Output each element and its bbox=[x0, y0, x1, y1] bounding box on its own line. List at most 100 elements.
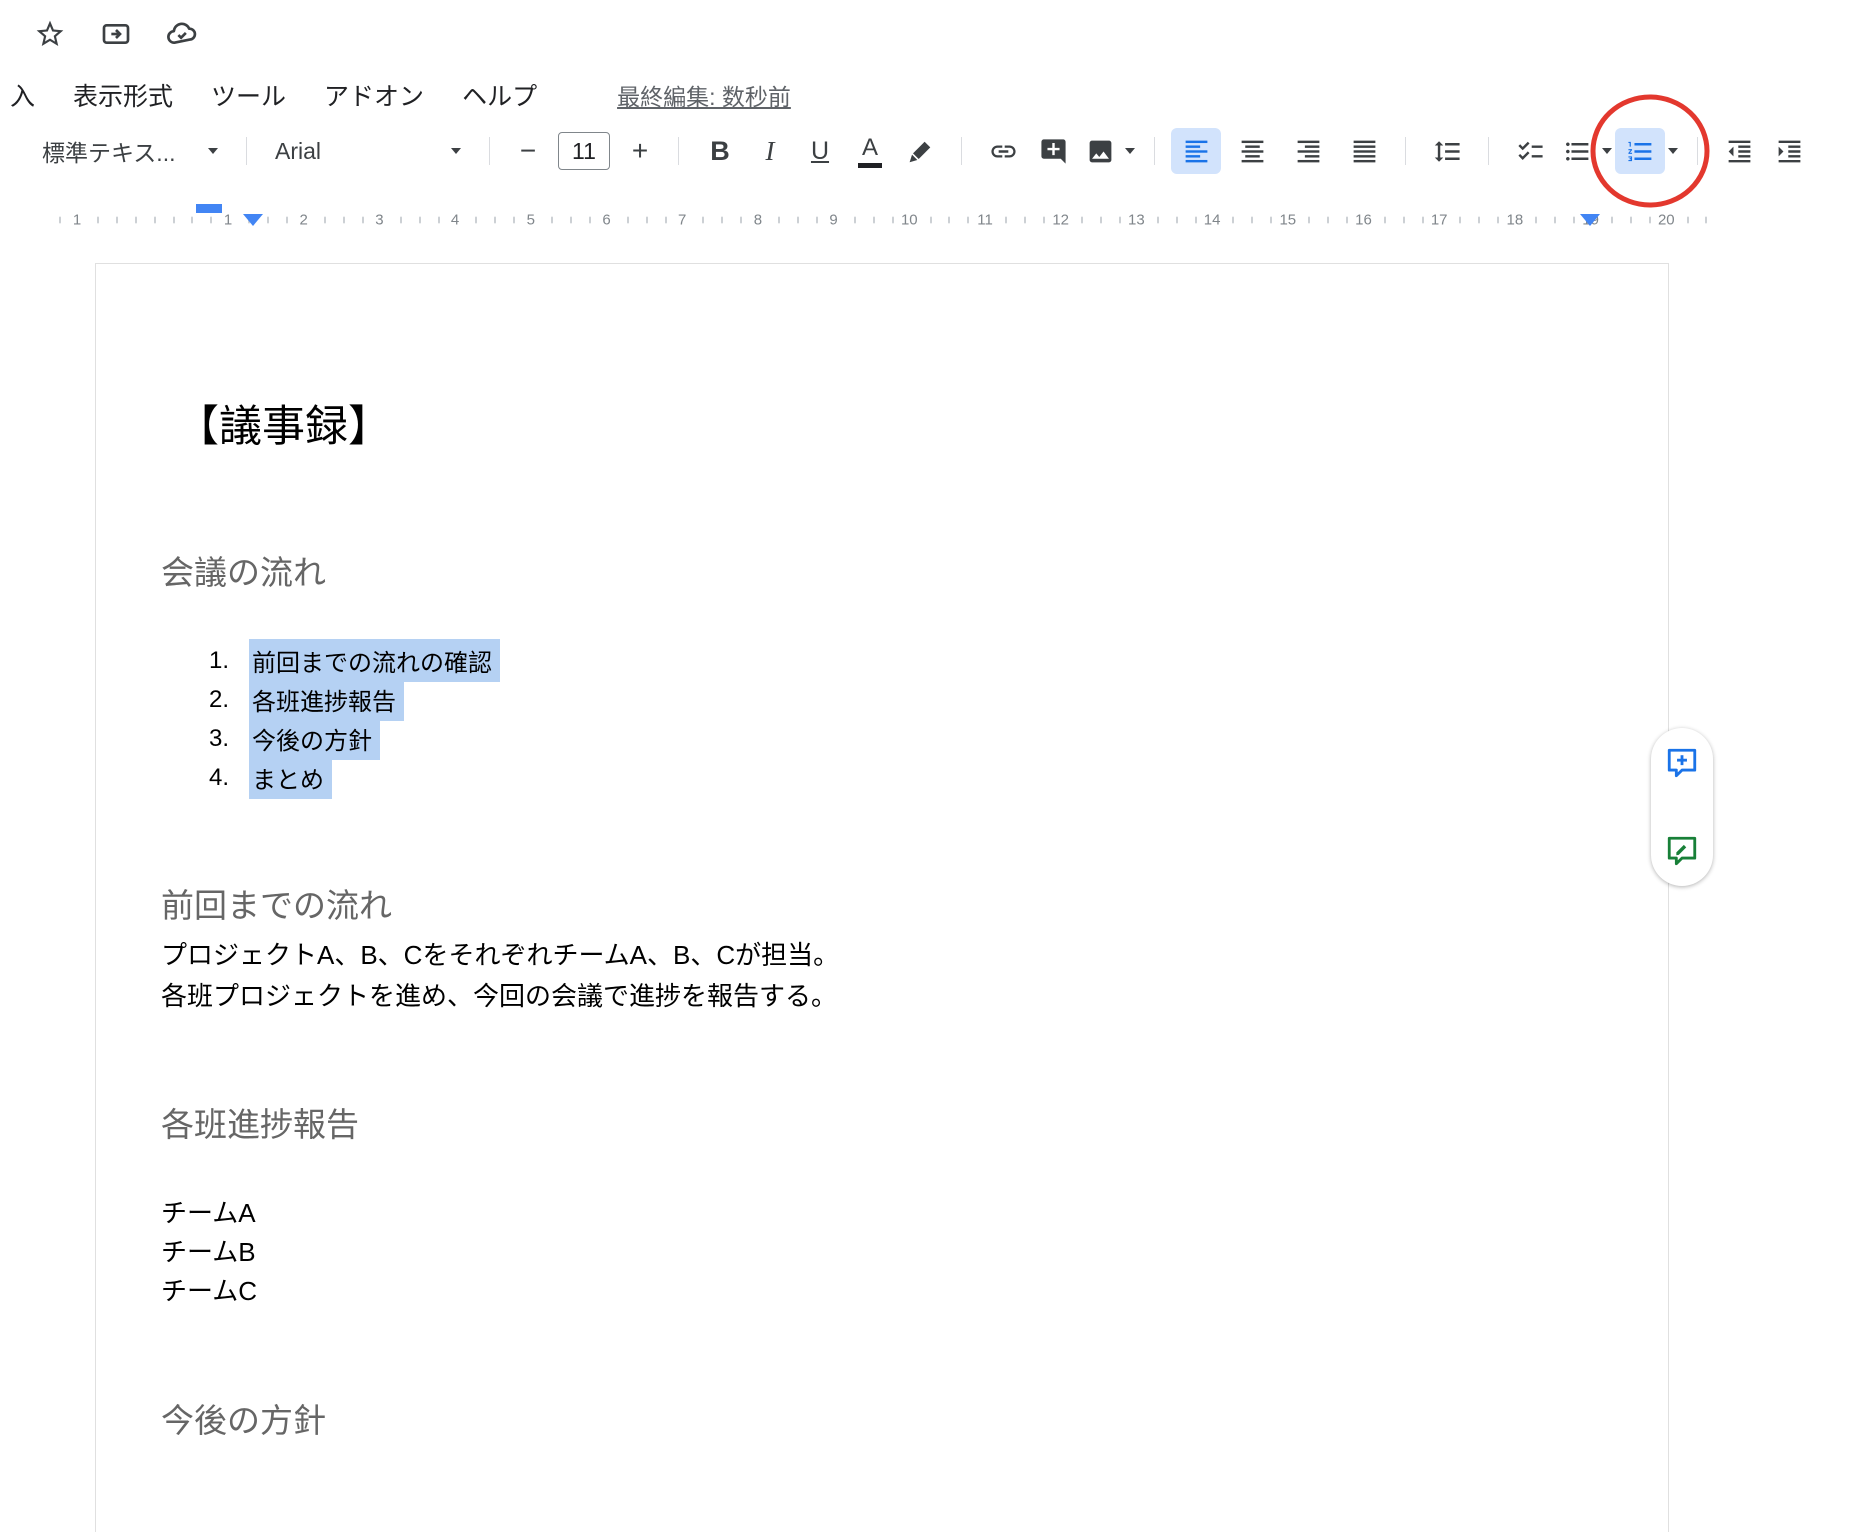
ruler-number: 9 bbox=[829, 212, 837, 229]
line-spacing-button[interactable] bbox=[1422, 128, 1472, 174]
ruler-number: 7 bbox=[678, 212, 686, 229]
paragraph-style-selector[interactable]: 標準テキス... bbox=[30, 128, 230, 174]
align-justify-button[interactable] bbox=[1339, 128, 1389, 174]
numbered-list-icon bbox=[1626, 137, 1655, 166]
toolbar-divider bbox=[1697, 137, 1698, 165]
side-action-pill bbox=[1651, 728, 1713, 886]
ruler-number: 10 bbox=[901, 212, 918, 229]
chevron-down-icon bbox=[208, 148, 218, 154]
move-button[interactable] bbox=[94, 12, 138, 56]
paragraph-line[interactable]: チームB bbox=[161, 1233, 257, 1272]
underline-icon: U bbox=[811, 137, 829, 166]
font-value: Arial bbox=[275, 138, 321, 165]
decrease-font-size-button[interactable]: − bbox=[506, 128, 550, 174]
star-button[interactable] bbox=[28, 12, 72, 56]
paragraph-line[interactable]: チームC bbox=[161, 1272, 257, 1311]
google-docs-window: { "menu": { "items": ["入", "表示形式", "ツール"… bbox=[0, 0, 1856, 1532]
paragraph-line[interactable]: チームA bbox=[161, 1194, 257, 1233]
align-center-icon bbox=[1238, 137, 1267, 166]
align-left-button[interactable] bbox=[1171, 128, 1221, 174]
first-line-indent-marker[interactable] bbox=[196, 204, 222, 213]
heading-future-policy[interactable]: 今後の方針 bbox=[161, 1394, 326, 1442]
text-color-icon: A bbox=[858, 135, 882, 168]
editing-mode-button[interactable] bbox=[1663, 832, 1701, 870]
align-left-icon bbox=[1182, 137, 1211, 166]
doc-title[interactable]: 【議事録】 bbox=[176, 392, 391, 454]
bulleted-list-icon bbox=[1563, 137, 1592, 166]
chevron-down-icon bbox=[1602, 148, 1612, 154]
ruler-number: 4 bbox=[451, 212, 459, 229]
menu-bar: 入 表示形式 ツール アドオン ヘルプ 最終編集: 数秒前 bbox=[0, 74, 791, 116]
italic-icon: I bbox=[766, 136, 775, 167]
paragraph-line[interactable]: 各班プロジェクトを進め、今回の会議で進捗を報告する。 bbox=[161, 976, 839, 1017]
paragraph[interactable]: プロジェクトA、B、CをそれぞれチームA、B、Cが担当。 各班プロジェクトを進め… bbox=[161, 935, 839, 1017]
menu-item-partial[interactable]: 入 bbox=[10, 77, 35, 113]
selected-text[interactable]: まとめ bbox=[249, 756, 332, 799]
document-status-button[interactable] bbox=[160, 12, 204, 56]
ruler-number: 14 bbox=[1204, 212, 1221, 229]
list-number: 2. bbox=[189, 686, 229, 714]
selected-text[interactable]: 各班進捗報告 bbox=[249, 678, 404, 721]
last-edit-link[interactable]: 最終編集: 数秒前 bbox=[617, 78, 791, 112]
right-indent-marker[interactable] bbox=[1580, 214, 1600, 226]
text-color-button[interactable]: A bbox=[845, 128, 895, 174]
toolbar-divider bbox=[1488, 137, 1489, 165]
selected-text[interactable]: 前回までの流れの確認 bbox=[249, 639, 500, 682]
insert-image-dropdown[interactable] bbox=[1122, 128, 1138, 174]
decrease-indent-icon bbox=[1725, 137, 1754, 166]
menu-item-addons[interactable]: アドオン bbox=[324, 77, 424, 113]
document-page[interactable]: 【議事録】 会議の流れ 1. 前回までの流れの確認 2. 各班進捗報告 3. 今… bbox=[95, 263, 1669, 1532]
ruler-number: 13 bbox=[1128, 212, 1145, 229]
font-selector[interactable]: Arial bbox=[263, 128, 473, 174]
menu-item-help[interactable]: ヘルプ bbox=[462, 77, 537, 113]
paragraph-line[interactable]: プロジェクトA、B、CをそれぞれチームA、B、Cが担当。 bbox=[161, 935, 839, 976]
heading-progress-report[interactable]: 各班進捗報告 bbox=[161, 1098, 359, 1146]
heading-previous-flow[interactable]: 前回までの流れ bbox=[161, 879, 392, 927]
toolbar: 標準テキス... Arial − 11 + B I U A bbox=[0, 120, 1856, 182]
ruler-number: 2 bbox=[300, 212, 308, 229]
list-number: 4. bbox=[189, 764, 229, 792]
list-item[interactable]: 3. 今後の方針 bbox=[189, 719, 500, 758]
insert-image-button[interactable] bbox=[1078, 128, 1122, 174]
list-number: 1. bbox=[189, 647, 229, 675]
font-size-input[interactable]: 11 bbox=[558, 132, 610, 170]
align-right-button[interactable] bbox=[1283, 128, 1333, 174]
numbered-list-button[interactable] bbox=[1615, 128, 1665, 174]
underline-button[interactable]: U bbox=[795, 128, 845, 174]
ruler-number: 5 bbox=[527, 212, 535, 229]
bold-button[interactable]: B bbox=[695, 128, 745, 174]
list-item[interactable]: 1. 前回までの流れの確認 bbox=[189, 641, 500, 680]
quick-actions-bar bbox=[28, 12, 204, 56]
numbered-list-dropdown[interactable] bbox=[1665, 128, 1681, 174]
menu-item-tools[interactable]: ツール bbox=[211, 77, 286, 113]
heading-meeting-flow[interactable]: 会議の流れ bbox=[161, 546, 326, 594]
star-icon bbox=[34, 18, 66, 50]
increase-indent-button[interactable] bbox=[1764, 128, 1814, 174]
menu-item-format[interactable]: 表示形式 bbox=[73, 77, 173, 113]
align-center-button[interactable] bbox=[1227, 128, 1277, 174]
ruler-number: 12 bbox=[1052, 212, 1069, 229]
ruler-number: 8 bbox=[754, 212, 762, 229]
italic-button[interactable]: I bbox=[745, 128, 795, 174]
cloud-done-icon bbox=[166, 18, 198, 50]
insert-image-icon bbox=[1086, 137, 1115, 166]
ruler-number: 16 bbox=[1355, 212, 1372, 229]
bulleted-list-button[interactable] bbox=[1555, 128, 1599, 174]
bulleted-list-dropdown[interactable] bbox=[1599, 128, 1615, 174]
left-indent-marker[interactable] bbox=[243, 214, 263, 226]
list-item[interactable]: 4. まとめ bbox=[189, 758, 500, 797]
selected-text[interactable]: 今後の方針 bbox=[249, 717, 380, 760]
ruler-number: 17 bbox=[1431, 212, 1448, 229]
ruler-number: 15 bbox=[1279, 212, 1296, 229]
add-comment-button[interactable] bbox=[1028, 128, 1078, 174]
checklist-button[interactable] bbox=[1505, 128, 1555, 174]
insert-link-button[interactable] bbox=[978, 128, 1028, 174]
add-comment-side-button[interactable] bbox=[1663, 744, 1701, 782]
decrease-indent-button[interactable] bbox=[1714, 128, 1764, 174]
editing-mode-icon bbox=[1665, 834, 1699, 868]
highlight-color-button[interactable] bbox=[895, 128, 945, 174]
increase-font-size-button[interactable]: + bbox=[618, 128, 662, 174]
list-item[interactable]: 2. 各班進捗報告 bbox=[189, 680, 500, 719]
chevron-down-icon bbox=[1125, 148, 1135, 154]
toolbar-divider bbox=[1405, 137, 1406, 165]
